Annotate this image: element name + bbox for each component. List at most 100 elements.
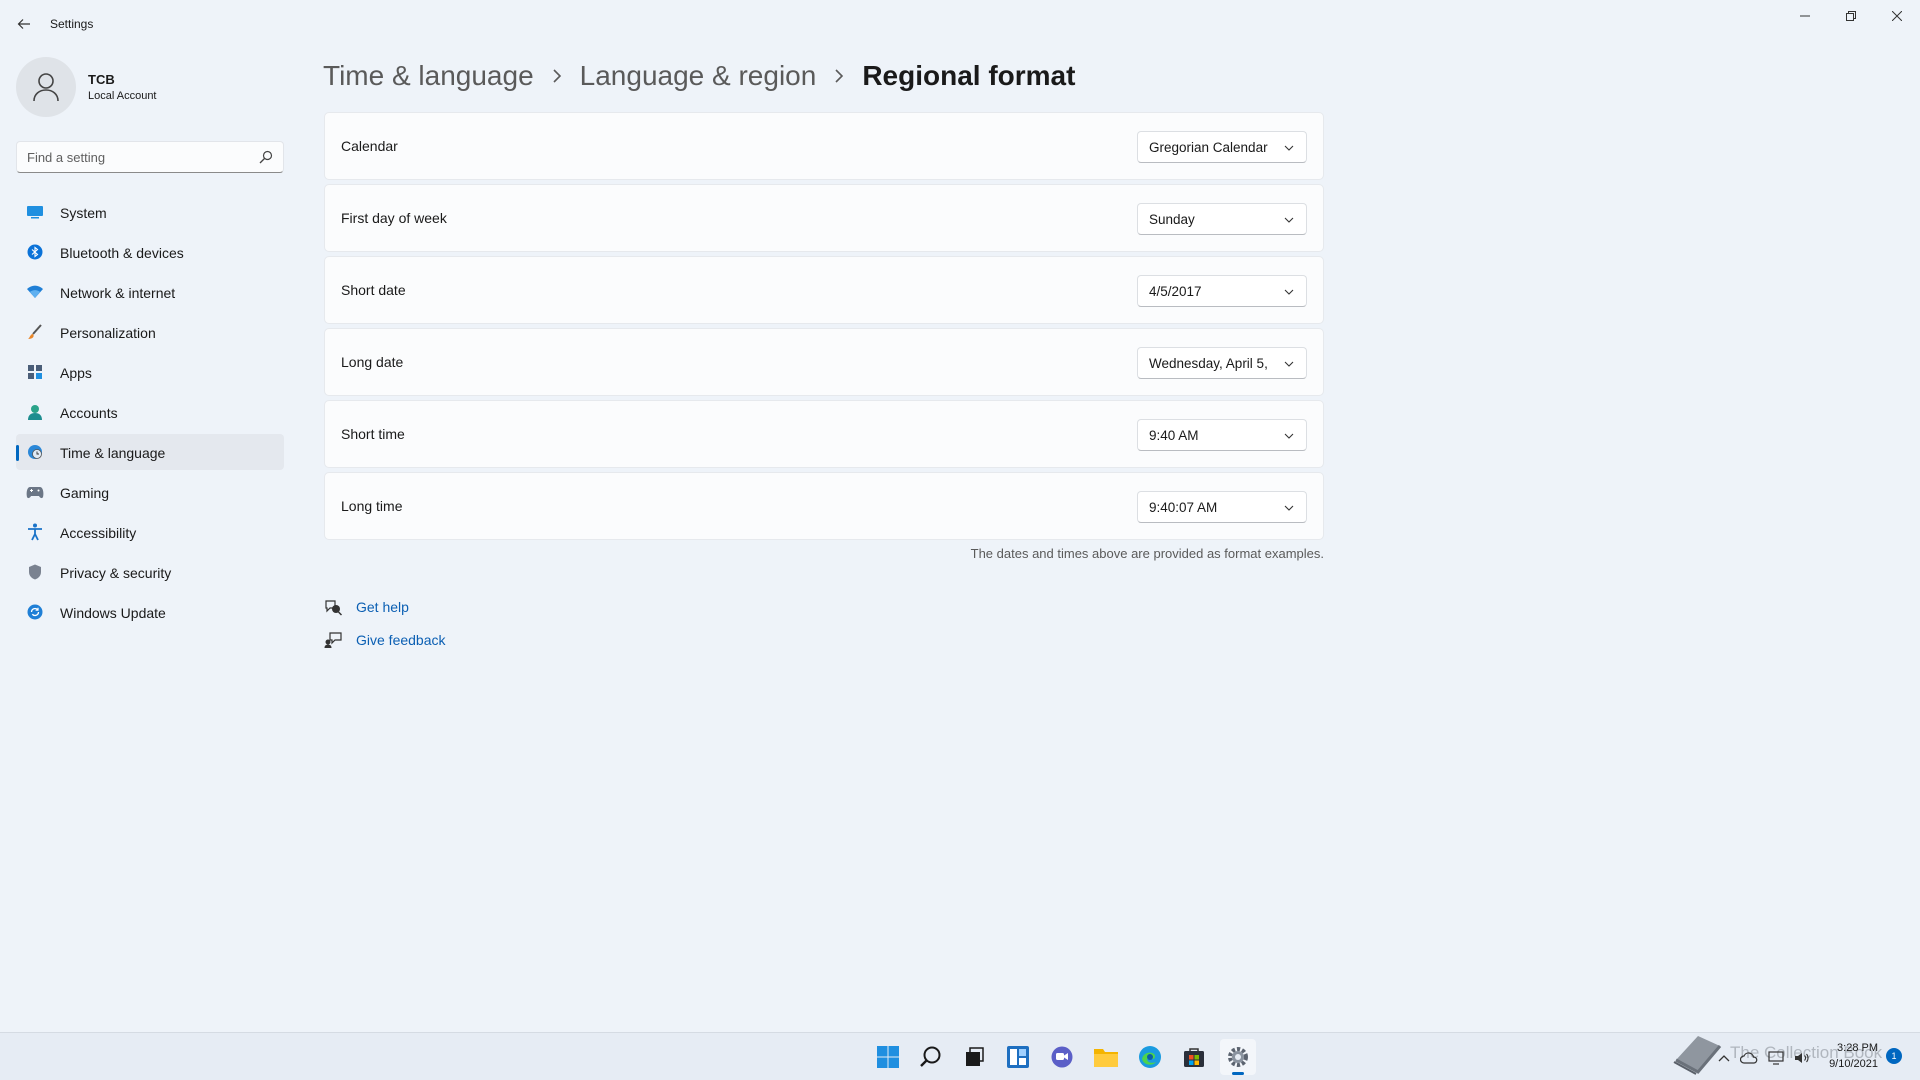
sidebar-item-network[interactable]: Network & internet xyxy=(16,274,284,310)
sidebar-item-privacy[interactable]: Privacy & security xyxy=(16,554,284,590)
settings-icon xyxy=(1228,1047,1248,1067)
accessibility-icon xyxy=(26,523,44,541)
sidebar-item-label: Gaming xyxy=(60,485,110,501)
system-icon xyxy=(26,203,44,221)
give-feedback-label[interactable]: Give feedback xyxy=(356,632,446,648)
store-button[interactable] xyxy=(1176,1039,1212,1075)
long-date-dropdown[interactable]: Wednesday, April 5, xyxy=(1137,347,1307,379)
sidebar-item-label: Apps xyxy=(60,365,92,381)
close-button[interactable] xyxy=(1874,0,1920,32)
setting-label: Short time xyxy=(341,426,405,442)
edge-button[interactable] xyxy=(1132,1039,1168,1075)
sidebar-item-label: System xyxy=(60,205,107,221)
sidebar-nav: System Bluetooth & devices Network & int… xyxy=(16,194,284,634)
taskbar xyxy=(0,1032,1920,1080)
clock-date[interactable]: 9/10/2021 xyxy=(1820,1058,1878,1070)
clock-time[interactable]: 3:28 PM xyxy=(1820,1042,1878,1054)
bluetooth-icon xyxy=(26,243,44,261)
short-date-dropdown[interactable]: 4/5/2017 xyxy=(1137,275,1307,307)
tray-overflow-button[interactable] xyxy=(1718,1048,1730,1068)
sidebar-item-label: Accessibility xyxy=(60,525,137,541)
get-help-icon xyxy=(325,600,342,616)
sidebar-item-apps[interactable]: Apps xyxy=(16,354,284,390)
title-bar: Settings xyxy=(0,0,1920,48)
task-view-button[interactable] xyxy=(956,1039,992,1075)
onedrive-button[interactable] xyxy=(1740,1048,1758,1068)
user-profile[interactable]: TCB Local Account xyxy=(16,56,286,118)
account-type: Local Account xyxy=(88,90,157,102)
setting-long-time: Long time 9:40:07 AM xyxy=(324,472,1324,540)
page-title: Regional format xyxy=(862,60,1076,91)
cloud-icon xyxy=(1740,1052,1758,1064)
setting-label: First day of week xyxy=(341,210,447,226)
restore-button[interactable] xyxy=(1828,0,1874,32)
volume-icon xyxy=(1795,1053,1809,1063)
chevron-down-icon xyxy=(1284,289,1294,295)
sidebar-item-label: Windows Update xyxy=(60,605,166,621)
file-explorer-icon xyxy=(1094,1049,1118,1067)
volume-button[interactable] xyxy=(1794,1048,1810,1068)
first-day-dropdown[interactable]: Sunday xyxy=(1137,203,1307,235)
setting-short-date: Short date 4/5/2017 xyxy=(324,256,1324,324)
notification-badge[interactable]: 1 xyxy=(1886,1048,1902,1064)
sidebar-item-system[interactable]: System xyxy=(16,194,284,230)
apps-icon xyxy=(26,363,44,381)
search-placeholder: Find a setting xyxy=(27,150,106,165)
brush-icon xyxy=(26,323,44,341)
chat-icon xyxy=(1051,1046,1073,1068)
file-explorer-button[interactable] xyxy=(1088,1039,1124,1075)
globe-clock-icon xyxy=(26,443,44,461)
taskbar-search-button[interactable] xyxy=(913,1039,949,1075)
dropdown-value: Sunday xyxy=(1149,212,1195,227)
get-help-label[interactable]: Get help xyxy=(356,599,409,615)
setting-first-day-of-week: First day of week Sunday xyxy=(324,184,1324,252)
setting-long-date: Long date Wednesday, April 5, xyxy=(324,328,1324,396)
breadcrumb: Time & language Language & region Region… xyxy=(323,56,1075,96)
sidebar-item-personalization[interactable]: Personalization xyxy=(16,314,284,350)
breadcrumb-language-region[interactable]: Language & region xyxy=(580,60,817,92)
widgets-button[interactable] xyxy=(1000,1039,1036,1075)
avatar xyxy=(16,57,76,117)
regional-format-settings: Calendar Gregorian Calendar First day of… xyxy=(324,112,1324,544)
breadcrumb-time-language[interactable]: Time & language xyxy=(323,60,534,92)
sidebar-item-gaming[interactable]: Gaming xyxy=(16,474,284,510)
sidebar-item-time-language[interactable]: Time & language xyxy=(16,434,284,470)
calendar-dropdown[interactable]: Gregorian Calendar xyxy=(1137,131,1307,163)
edge-icon xyxy=(1139,1046,1161,1068)
dropdown-value: Gregorian Calendar xyxy=(1149,140,1268,155)
sidebar-item-label: Privacy & security xyxy=(60,565,172,581)
wifi-icon xyxy=(26,283,44,301)
restore-icon xyxy=(1846,11,1856,21)
chevron-down-icon xyxy=(1284,361,1294,367)
short-time-dropdown[interactable]: 9:40 AM xyxy=(1137,419,1307,451)
sidebar-item-bluetooth[interactable]: Bluetooth & devices xyxy=(16,234,284,270)
dropdown-value: 9:40:07 AM xyxy=(1149,500,1218,515)
window-title: Settings xyxy=(50,17,94,31)
chevron-down-icon xyxy=(1284,505,1294,511)
setting-label: Long date xyxy=(341,354,404,370)
sidebar-item-accounts[interactable]: Accounts xyxy=(16,394,284,430)
chevron-up-icon xyxy=(1718,1055,1730,1062)
search-input[interactable]: Find a setting xyxy=(16,141,284,173)
minimize-button[interactable] xyxy=(1782,0,1828,32)
setting-short-time: Short time 9:40 AM xyxy=(324,400,1324,468)
format-examples-note: The dates and times above are provided a… xyxy=(970,546,1324,561)
sidebar-item-accessibility[interactable]: Accessibility xyxy=(16,514,284,550)
chat-button[interactable] xyxy=(1044,1039,1080,1075)
dropdown-value: 4/5/2017 xyxy=(1149,284,1202,299)
settings-taskbar-button[interactable] xyxy=(1220,1039,1256,1075)
dropdown-value: 9:40 AM xyxy=(1149,428,1199,443)
update-icon xyxy=(26,603,44,621)
gamepad-icon xyxy=(26,483,44,501)
minimize-icon xyxy=(1800,15,1810,17)
start-button[interactable] xyxy=(870,1039,906,1075)
sidebar-item-windows-update[interactable]: Windows Update xyxy=(16,594,284,630)
network-tray-button[interactable] xyxy=(1768,1048,1784,1068)
long-time-dropdown[interactable]: 9:40:07 AM xyxy=(1137,491,1307,523)
back-button[interactable] xyxy=(10,10,38,38)
chevron-down-icon xyxy=(1284,433,1294,439)
chevron-down-icon xyxy=(1284,145,1294,151)
sidebar-item-label: Bluetooth & devices xyxy=(60,245,184,261)
sidebar-item-label: Personalization xyxy=(60,325,156,341)
task-view-icon xyxy=(966,1047,984,1066)
